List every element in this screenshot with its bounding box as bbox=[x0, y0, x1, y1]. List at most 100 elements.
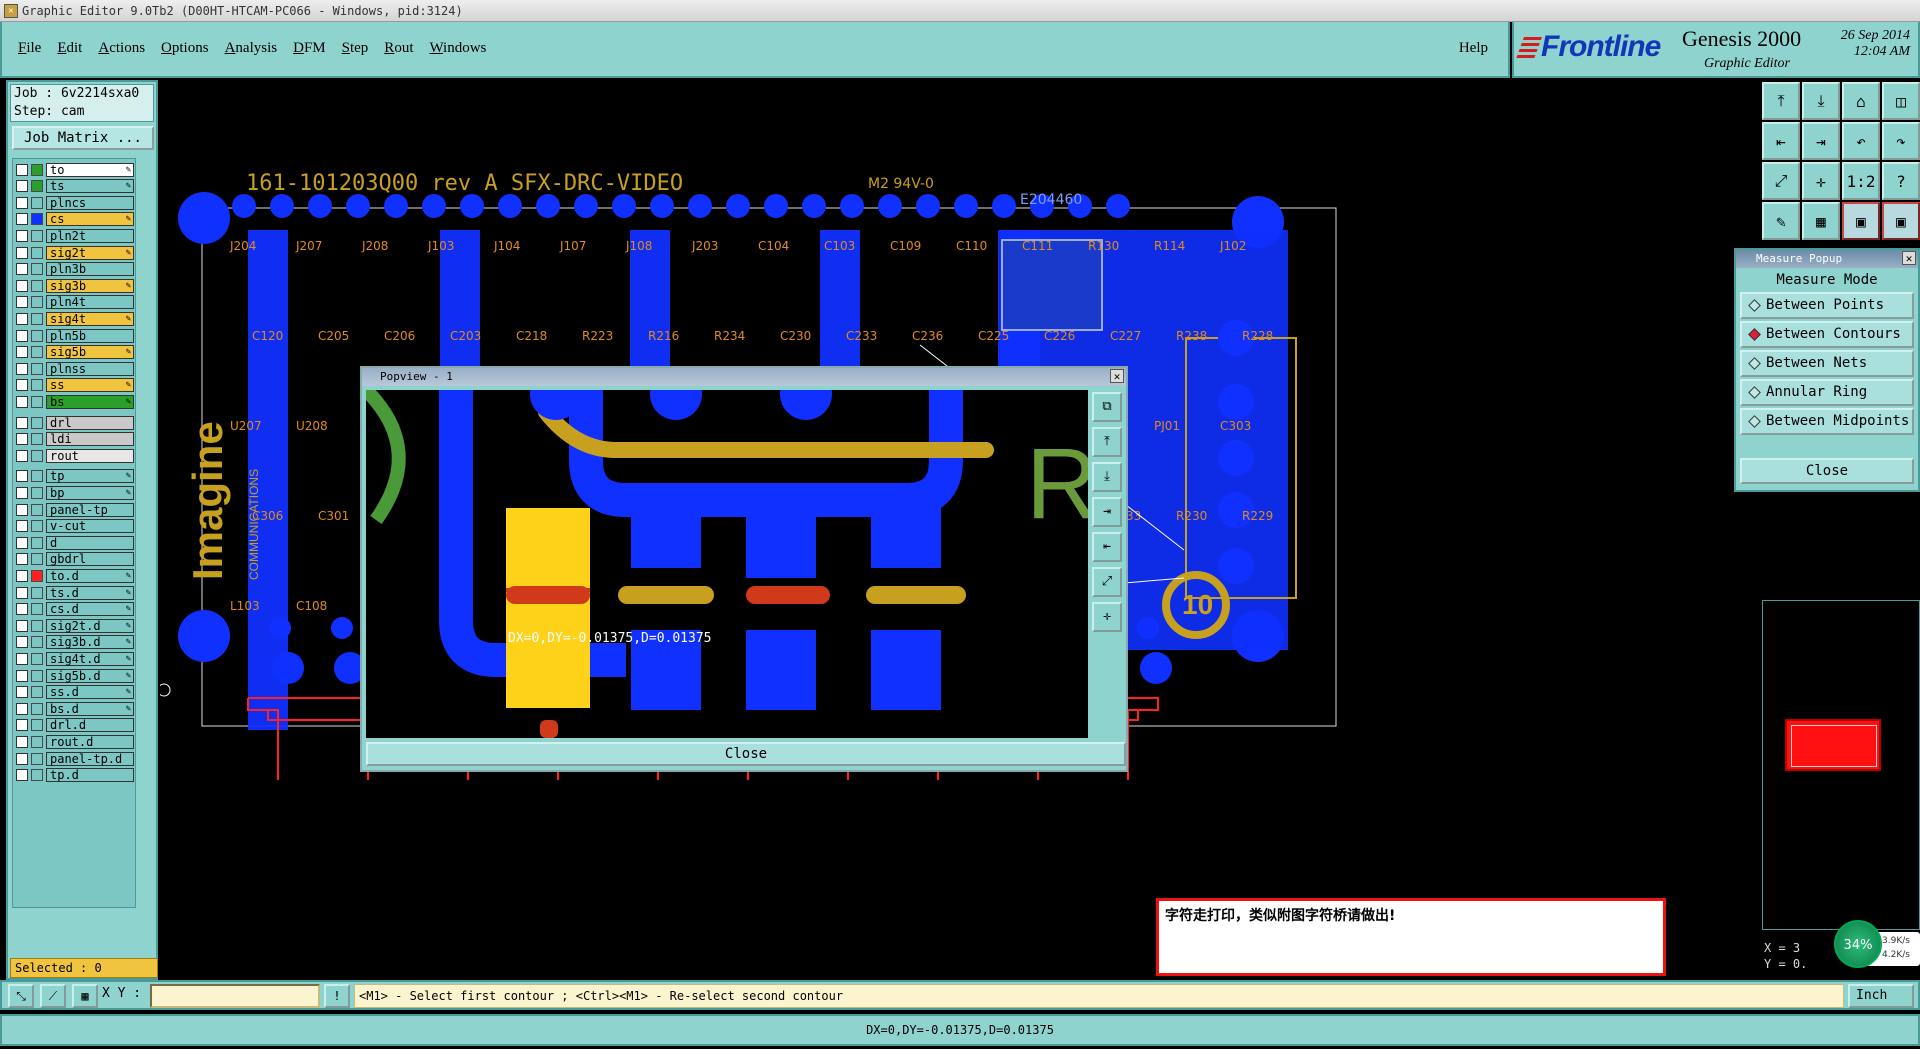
layer-color-swatch[interactable] bbox=[31, 246, 43, 259]
measure-option[interactable]: Between Midpoints bbox=[1740, 408, 1914, 435]
layer-color-swatch[interactable] bbox=[31, 669, 43, 682]
toolbar-icon[interactable]: ⤢ bbox=[1762, 162, 1800, 200]
layer-row[interactable]: bs.d ✎ bbox=[16, 701, 134, 716]
layer-row[interactable]: gbdrl bbox=[16, 552, 134, 567]
layer-color-swatch[interactable] bbox=[31, 346, 43, 359]
layer-checkbox[interactable] bbox=[16, 296, 28, 309]
layer-row[interactable]: panel-tp.d bbox=[16, 751, 134, 766]
layer-name[interactable]: v-cut bbox=[46, 519, 134, 534]
layer-row[interactable]: panel-tp bbox=[16, 502, 134, 517]
layer-name[interactable]: bp ✎ bbox=[46, 485, 134, 500]
layer-row[interactable]: bs ✎ bbox=[16, 394, 134, 409]
layer-checkbox[interactable] bbox=[16, 503, 28, 516]
layer-color-swatch[interactable] bbox=[31, 416, 43, 429]
radio-icon[interactable] bbox=[1748, 328, 1761, 341]
units-selector[interactable]: Inch bbox=[1848, 984, 1914, 1008]
layer-checkbox[interactable] bbox=[16, 379, 28, 392]
layer-checkbox[interactable] bbox=[16, 752, 28, 765]
layer-checkbox[interactable] bbox=[16, 329, 28, 342]
overview-window[interactable] bbox=[1762, 600, 1920, 930]
layer-checkbox[interactable] bbox=[16, 569, 28, 582]
menu-dfm[interactable]: DFM bbox=[293, 40, 326, 57]
menu-rout[interactable]: Rout bbox=[384, 40, 413, 57]
layer-row[interactable]: sig5b.d ✎ bbox=[16, 668, 134, 683]
layer-name[interactable]: drl.d bbox=[46, 718, 134, 733]
layer-checkbox[interactable] bbox=[16, 312, 28, 325]
layer-name[interactable]: bs ✎ bbox=[46, 394, 134, 409]
layer-color-swatch[interactable] bbox=[31, 279, 43, 292]
layer-name[interactable]: plncs bbox=[46, 195, 134, 210]
layer-checkbox[interactable] bbox=[16, 433, 28, 446]
layer-color-swatch[interactable] bbox=[31, 329, 43, 342]
layer-row[interactable]: ts ✎ bbox=[16, 179, 134, 194]
layer-checkbox[interactable] bbox=[16, 603, 28, 616]
menu-actions[interactable]: Actions bbox=[98, 40, 145, 57]
toolbar-icon[interactable]: ◫ bbox=[1882, 82, 1920, 120]
layer-name[interactable]: pln4t bbox=[46, 295, 134, 310]
layer-row[interactable]: pln2t bbox=[16, 228, 134, 243]
layer-color-swatch[interactable] bbox=[31, 586, 43, 599]
layer-color-swatch[interactable] bbox=[31, 603, 43, 616]
layer-checkbox[interactable] bbox=[16, 702, 28, 715]
layer-color-swatch[interactable] bbox=[31, 362, 43, 375]
radio-icon[interactable] bbox=[1748, 299, 1761, 312]
toolbar-icon[interactable]: ↷ bbox=[1882, 122, 1920, 160]
toolbar-icon[interactable]: ⇥ bbox=[1802, 122, 1840, 160]
popview-tool-icon[interactable]: ⤒ bbox=[1092, 427, 1122, 457]
layer-name[interactable]: plnss bbox=[46, 361, 134, 376]
layer-row[interactable]: rout.d bbox=[16, 734, 134, 749]
layer-row[interactable]: sig2t.d ✎ bbox=[16, 618, 134, 633]
layer-color-swatch[interactable] bbox=[31, 470, 43, 483]
layer-checkbox[interactable] bbox=[16, 719, 28, 732]
layer-checkbox[interactable] bbox=[16, 416, 28, 429]
layer-row[interactable]: drl.d bbox=[16, 718, 134, 733]
layer-name[interactable]: sig3b ✎ bbox=[46, 278, 134, 293]
layer-checkbox[interactable] bbox=[16, 213, 28, 226]
layer-name[interactable]: panel-tp.d bbox=[46, 751, 134, 766]
layer-checkbox[interactable] bbox=[16, 686, 28, 699]
layer-row[interactable]: tp.d bbox=[16, 768, 134, 783]
layer-color-swatch[interactable] bbox=[31, 636, 43, 649]
popview-tool-icon[interactable]: ⤓ bbox=[1092, 462, 1122, 492]
menu-options[interactable]: Options bbox=[161, 40, 209, 57]
layer-name[interactable]: drl bbox=[46, 415, 134, 430]
layer-name[interactable]: ss ✎ bbox=[46, 378, 134, 393]
measure-option[interactable]: Annular Ring bbox=[1740, 379, 1914, 406]
layer-checkbox[interactable] bbox=[16, 263, 28, 276]
layer-row[interactable]: sig3b ✎ bbox=[16, 278, 134, 293]
layer-row[interactable]: ss ✎ bbox=[16, 378, 134, 393]
layer-color-swatch[interactable] bbox=[31, 652, 43, 665]
layer-color-swatch[interactable] bbox=[31, 702, 43, 715]
layer-color-swatch[interactable] bbox=[31, 312, 43, 325]
layer-checkbox[interactable] bbox=[16, 163, 28, 176]
close-icon[interactable]: ✕ bbox=[1110, 369, 1124, 383]
popview-tool-icon[interactable]: ⤢ bbox=[1092, 567, 1122, 597]
layer-checkbox[interactable] bbox=[16, 395, 28, 408]
toolbar-icon[interactable]: 1:2 bbox=[1842, 162, 1880, 200]
popview-tool-icon[interactable]: ⇥ bbox=[1092, 497, 1122, 527]
layer-row[interactable]: sig2t ✎ bbox=[16, 245, 134, 260]
popview-tool-icon[interactable]: ⇤ bbox=[1092, 532, 1122, 562]
layer-checkbox[interactable] bbox=[16, 362, 28, 375]
layer-name[interactable]: cs ✎ bbox=[46, 212, 134, 227]
layer-name[interactable]: pln3b bbox=[46, 262, 134, 277]
toolbar-icon[interactable]: ↶ bbox=[1842, 122, 1880, 160]
layer-name[interactable]: gbdrl bbox=[46, 552, 134, 567]
layer-color-swatch[interactable] bbox=[31, 395, 43, 408]
measure-close-button[interactable]: Close bbox=[1740, 458, 1914, 484]
layer-color-swatch[interactable] bbox=[31, 536, 43, 549]
layer-row[interactable]: ts.d ✎ bbox=[16, 585, 134, 600]
layer-name[interactable]: bs.d ✎ bbox=[46, 701, 134, 716]
menu-windows[interactable]: Windows bbox=[429, 40, 486, 57]
layer-checkbox[interactable] bbox=[16, 619, 28, 632]
layer-checkbox[interactable] bbox=[16, 669, 28, 682]
layer-color-swatch[interactable] bbox=[31, 486, 43, 499]
layer-name[interactable]: d bbox=[46, 535, 134, 550]
layer-checkbox[interactable] bbox=[16, 652, 28, 665]
layer-color-swatch[interactable] bbox=[31, 449, 43, 462]
popview-tool-icon[interactable]: ✛ bbox=[1092, 602, 1122, 632]
layer-row[interactable]: ss.d ✎ bbox=[16, 685, 134, 700]
layer-color-swatch[interactable] bbox=[31, 196, 43, 209]
layer-color-swatch[interactable] bbox=[31, 180, 43, 193]
layer-color-swatch[interactable] bbox=[31, 553, 43, 566]
